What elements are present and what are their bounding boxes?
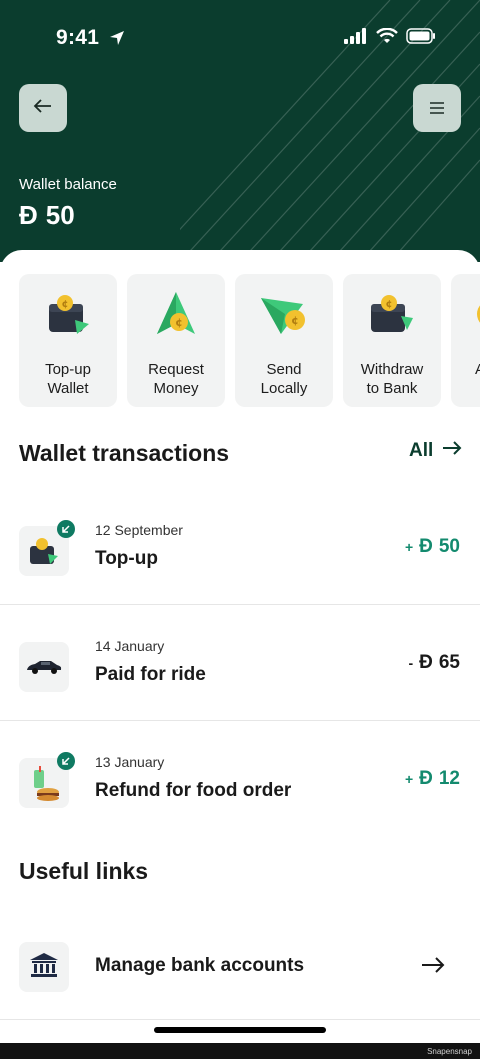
transaction-date: 13 January (95, 754, 165, 770)
location-arrow-icon (109, 28, 125, 52)
hamburger-icon (429, 97, 445, 120)
transaction-amount: + Đ 50 (405, 536, 460, 558)
balance-label: Wallet balance (19, 176, 117, 193)
battery-icon (406, 28, 436, 49)
link-icon-container (19, 942, 69, 992)
action-send-locally[interactable]: ¢ Send Locally (235, 274, 333, 407)
arrow-right-icon (420, 956, 446, 979)
status-icons (344, 27, 436, 49)
car-icon (25, 659, 63, 680)
watermark-text: Snapensnap (427, 1047, 472, 1056)
footer-strip (0, 1043, 480, 1059)
transaction-title: Refund for food order (95, 780, 292, 801)
action-label: Request Money (127, 360, 225, 398)
status-bar: 9:41 (0, 0, 480, 80)
withdraw-icon: ¢ (367, 290, 417, 340)
useful-links-title: Useful links (19, 858, 149, 884)
amount-value: 12 (438, 768, 460, 789)
menu-button[interactable] (413, 84, 461, 132)
transaction-date: 14 January (95, 638, 165, 654)
transaction-icon (19, 520, 75, 576)
request-money-icon: ¢ (151, 290, 201, 340)
transaction-row[interactable]: 14 January Paid for ride - Đ 65 (0, 605, 480, 721)
quick-actions: ¢ Top-up Wallet ¢ Request Money ¢ Send L… (19, 274, 480, 407)
svg-text:¢: ¢ (291, 314, 299, 327)
transaction-icon (19, 752, 75, 808)
manage-bank-accounts-link[interactable]: Manage bank accounts (0, 926, 480, 1020)
action-label-line2: Money (153, 380, 199, 397)
all-link-label: All (409, 440, 434, 461)
incoming-arrow-icon (57, 752, 75, 770)
balance-amount: Đ 50 (19, 200, 75, 231)
action-withdraw-to-bank[interactable]: ¢ Withdraw to Bank (343, 274, 441, 407)
transaction-title: Top-up (95, 548, 158, 569)
bank-icon (29, 952, 59, 983)
action-label: Send Locally (235, 360, 333, 398)
balance-currency: Đ (19, 200, 38, 230)
amount-value: 65 (438, 652, 460, 673)
arrow-right-icon (441, 440, 463, 462)
action-label-line1: Request (148, 361, 204, 378)
back-button[interactable] (19, 84, 67, 132)
home-indicator (154, 1027, 326, 1033)
content-sheet: ¢ Top-up Wallet ¢ Request Money ¢ Send L… (0, 250, 480, 1059)
link-label: Manage bank accounts (95, 955, 305, 976)
action-label: Withdraw to Bank (343, 360, 441, 398)
wifi-icon (376, 27, 398, 49)
all-transactions-link[interactable]: All (409, 440, 463, 462)
action-label-line2: to Bank (366, 380, 418, 397)
action-partial[interactable]: A (451, 274, 480, 407)
send-money-icon: ¢ (259, 290, 309, 340)
amount-currency: Đ (419, 768, 433, 789)
balance-value: 50 (45, 200, 75, 230)
incoming-arrow-icon (57, 520, 75, 538)
partial-action-icon (471, 294, 480, 339)
status-time: 9:41 (56, 26, 125, 52)
action-top-up-wallet[interactable]: ¢ Top-up Wallet (19, 274, 117, 407)
svg-text:¢: ¢ (62, 299, 69, 310)
transaction-date: 12 September (95, 522, 183, 538)
transaction-row[interactable]: 13 January Refund for food order + Đ 12 (0, 721, 480, 837)
transaction-row[interactable]: 12 September Top-up + Đ 50 (0, 489, 480, 605)
action-label-line2: Locally (260, 380, 308, 397)
transactions-title: Wallet transactions (19, 440, 230, 466)
wallet-header: 9:41 Wallet balance Đ 50 (0, 0, 480, 262)
signal-icon (344, 28, 368, 49)
arrow-left-icon (33, 97, 53, 120)
action-label: Top-up Wallet (19, 360, 117, 398)
wallet-topup-icon (28, 536, 60, 571)
wallet-topup-icon: ¢ (43, 290, 93, 340)
amount-sign: - (408, 655, 414, 671)
food-icon (30, 766, 60, 807)
transaction-amount: - Đ 65 (408, 652, 460, 674)
amount-sign: + (404, 771, 414, 787)
transaction-title: Paid for ride (95, 664, 206, 685)
action-label-line2: A (475, 360, 480, 379)
action-label-line1: Top-up (45, 361, 91, 378)
status-time-text: 9:41 (56, 26, 100, 49)
action-label-line1: Withdraw (360, 361, 424, 378)
transaction-icon (19, 642, 69, 692)
action-label-line1: Send (266, 361, 302, 378)
svg-text:¢: ¢ (386, 299, 393, 310)
amount-currency: Đ (419, 652, 433, 673)
action-label-line2: Wallet (47, 380, 89, 397)
action-request-money[interactable]: ¢ Request Money (127, 274, 225, 407)
action-label: A (475, 360, 480, 379)
amount-value: 50 (438, 536, 460, 557)
amount-sign: + (404, 539, 414, 555)
amount-currency: Đ (419, 536, 433, 557)
svg-text:¢: ¢ (175, 316, 183, 329)
transaction-amount: + Đ 12 (405, 768, 460, 790)
